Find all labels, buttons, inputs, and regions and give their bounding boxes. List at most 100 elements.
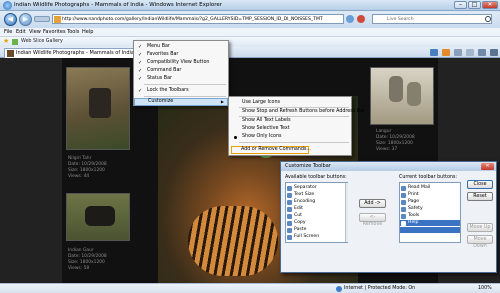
list-item[interactable]: Copy [286,220,347,226]
thumbnail-indian-gaur[interactable] [66,193,130,241]
ie-logo-icon [3,1,12,10]
customize-submenu: Use Large Icons Show Stop and Refresh Bu… [228,96,365,156]
check-icon: ✓ [138,52,143,58]
reset-button[interactable]: Reset [467,192,493,201]
menu-separator [144,84,226,85]
back-button[interactable]: ◀ [4,13,17,26]
menu-tools[interactable]: Tools [67,29,79,35]
tab-row: Indian Wildlife Photographs - Mammals of… [0,47,500,58]
menu-item-all-text-labels[interactable]: Show All Text Labels [229,117,351,125]
stop-icon[interactable] [357,15,365,23]
tools-icon[interactable] [490,49,498,56]
read-mail-icon [401,186,406,191]
globe-icon [336,286,342,292]
dialog-close-button[interactable]: ✕ [481,163,494,170]
tools-icon [401,214,406,219]
move-down-button[interactable]: Move Down [467,235,493,249]
menu-item-add-remove-commands[interactable]: Add or Remove Commands... [231,146,311,154]
list-item[interactable]: Page [400,199,460,205]
favorites-star-icon[interactable]: ★ [3,38,9,45]
list-item[interactable]: Safety [400,206,460,212]
list-item[interactable]: Edit [286,206,347,212]
menu-favorites[interactable]: Favorites [43,29,66,35]
list-item[interactable]: Cut [286,213,347,219]
available-scrollbar[interactable] [345,183,348,242]
full-screen-icon [287,235,292,240]
safety-icon[interactable] [478,49,486,56]
forward-button[interactable]: ▶ [19,13,32,26]
move-up-button[interactable]: Move Up [467,223,493,232]
menu-help[interactable]: Help [82,29,93,35]
home-icon[interactable] [430,49,438,56]
print-icon [401,193,406,198]
web-slice-icon [12,39,18,45]
list-item[interactable]: Print [400,192,460,198]
tab-label: Indian Wildlife Photographs - Mammals of… [16,50,134,56]
list-item[interactable]: Text Size [286,192,347,198]
menu-file[interactable]: File [4,29,12,35]
available-buttons-list[interactable]: Separator Text Size Encoding Edit Cut Co… [285,182,348,243]
menu-edit[interactable]: Edit [16,29,26,35]
list-item[interactable]: Paste [286,227,347,233]
toolbars-menu: ✓ Menu Bar ✓ Favorites Bar ✓ Compatibility … [133,40,229,106]
separator-icon [287,186,292,191]
gaur-silhouette [85,206,115,226]
zoom-level[interactable]: 100% [478,286,492,291]
menu-item-selective-text[interactable]: Show Selective Text [229,125,351,133]
print-icon[interactable] [454,49,462,56]
menu-view[interactable]: View [29,29,41,35]
list-item-selected[interactable]: Help [400,220,460,227]
menu-item-compatibility-view[interactable]: ✓ Compatibility View Button [134,59,228,67]
thumbnail-langur[interactable] [370,67,434,125]
address-input[interactable]: http://www.nandphoto.com/gallery/IndianW… [52,14,344,24]
radio-dot-icon [234,136,237,139]
window-title: Indian Wildlife Photographs - Mammals of… [14,2,223,8]
search-input[interactable]: Live Search [372,14,492,24]
recent-pages-button[interactable] [34,16,50,22]
dialog-title: Customize Toolbar [281,162,496,171]
security-zone[interactable]: Internet | Protected Mode: On [344,286,415,291]
menu-item-menu-bar[interactable]: ✓ Menu Bar [134,43,228,51]
tab-active[interactable]: Indian Wildlife Photographs - Mammals of… [4,48,140,58]
copy-icon [287,221,292,226]
thumbnail-nilgiri-tahr[interactable] [66,67,130,150]
current-label: Current toolbar buttons: [399,175,458,180]
feeds-icon[interactable] [442,49,450,56]
menu-item-large-icons[interactable]: Use Large Icons [229,99,351,107]
check-icon: ✓ [138,88,143,94]
dialog-close-text-button[interactable]: Close [467,180,493,189]
list-item-selected[interactable] [400,227,460,234]
menu-item-status-bar[interactable]: ✓ Status Bar [134,75,228,83]
menu-item-lock-toolbars[interactable]: ✓ Lock the Toolbars [134,87,228,95]
menu-item-stop-refresh[interactable]: Show Stop and Refresh Buttons before Add… [229,108,365,116]
menu-item-favorites-bar[interactable]: ✓ Favorites Bar [134,51,228,59]
check-icon: ✓ [138,60,143,66]
caption-views: Views: 44 [68,174,90,179]
url-text: http://www.nandphoto.com/gallery/IndianW… [62,17,323,22]
close-button[interactable]: ✕ [482,1,498,9]
menu-item-customize[interactable]: Customize ▶ [134,98,228,106]
search-icon[interactable] [485,16,491,22]
page-menu-icon[interactable] [466,49,474,56]
menu-item-command-bar[interactable]: ✓ Command Bar [134,67,228,75]
menu-bar: File Edit View Favorites Tools Help [0,28,500,37]
list-item[interactable]: Full Screen [286,234,347,240]
list-item[interactable]: Read Mail [400,185,460,191]
list-item[interactable]: Tools [400,213,460,219]
add-button[interactable]: Add -> [359,199,386,208]
current-buttons-list[interactable]: Read Mail Print Page Safety Tools Help [399,182,461,243]
submenu-arrow-icon: ▶ [220,99,224,104]
page-favicon [54,16,61,23]
menu-item-only-icons[interactable]: Show Only Icons [229,133,351,141]
page-icon [401,200,406,205]
address-toolbar: ◀ ▶ http://www.nandphoto.com/gallery/Ind… [0,11,500,28]
maximize-button[interactable]: □ [468,1,481,9]
tiger-body [188,206,278,276]
web-slice-gallery-link[interactable]: Web Slice Gallery [21,39,63,44]
refresh-icon[interactable] [346,15,354,23]
safety-icon [401,207,406,212]
list-item[interactable]: Encoding [286,199,347,205]
minimize-button[interactable]: – [454,1,467,9]
list-item[interactable]: Separator [286,185,347,191]
remove-button[interactable]: <- Remove [359,213,386,227]
